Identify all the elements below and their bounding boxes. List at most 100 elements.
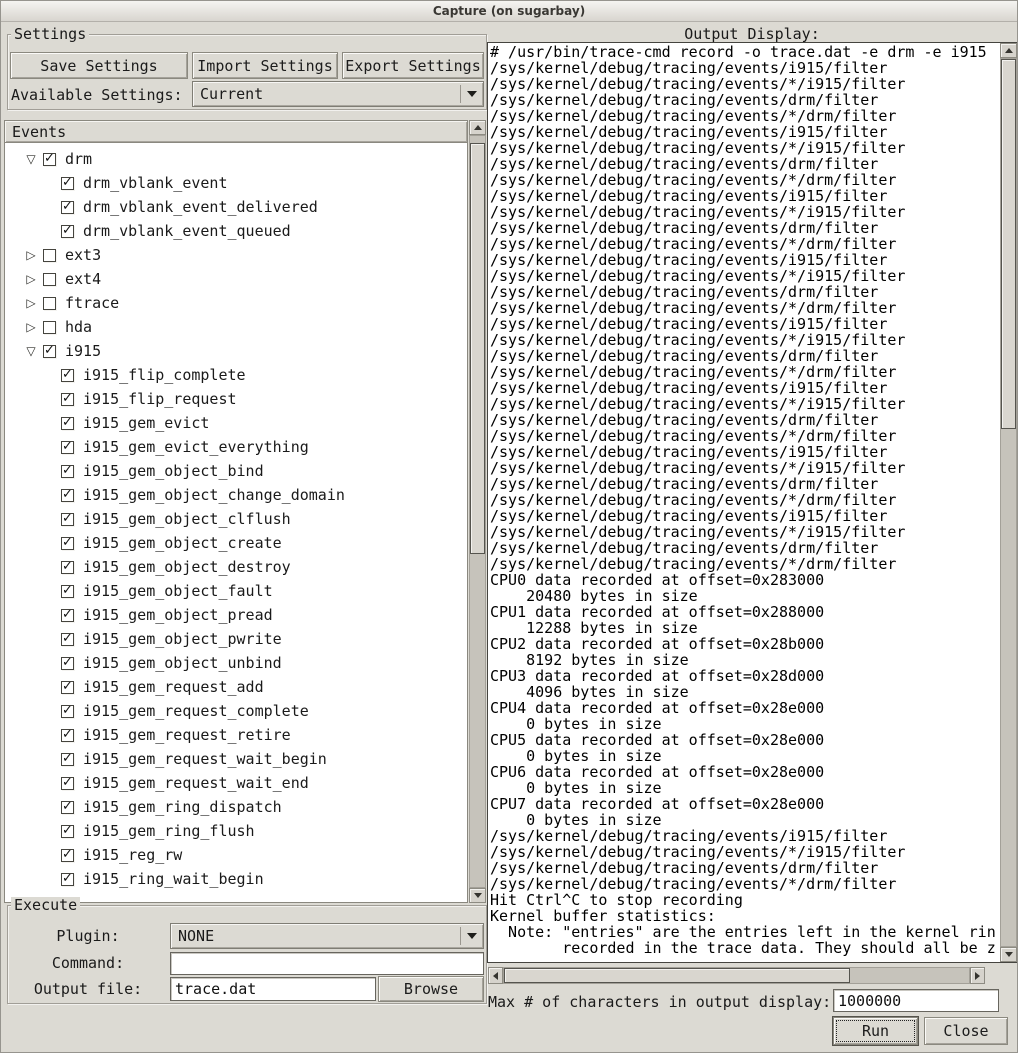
command-input[interactable] <box>170 952 484 975</box>
save-settings-button[interactable]: Save Settings <box>10 52 188 79</box>
max-chars-input[interactable]: 1000000 <box>833 989 999 1012</box>
tree-row[interactable]: ▷ext3 <box>5 243 467 267</box>
command-label: Command: <box>8 954 168 972</box>
scroll-up-button[interactable] <box>1000 43 1017 58</box>
scroll-track[interactable] <box>469 135 486 888</box>
tree-row[interactable]: ✓i915_gem_request_wait_begin <box>5 747 467 771</box>
tree-row[interactable]: ✓i915_flip_complete <box>5 363 467 387</box>
output-file-input[interactable]: trace.dat <box>170 977 376 1001</box>
scroll-down-button[interactable] <box>469 888 486 903</box>
run-button[interactable]: Run <box>833 1017 918 1045</box>
event-checkbox[interactable]: ✓ <box>61 609 74 622</box>
scroll-up-button[interactable] <box>469 120 486 135</box>
expander-closed-icon[interactable]: ▷ <box>24 272 38 286</box>
event-checkbox[interactable] <box>43 249 56 262</box>
tree-row[interactable]: ✓i915_ring_wait_begin <box>5 867 467 891</box>
event-checkbox[interactable]: ✓ <box>61 777 74 790</box>
event-checkbox[interactable]: ✓ <box>43 345 56 358</box>
event-checkbox[interactable]: ✓ <box>61 489 74 502</box>
tree-row[interactable]: ✓i915_gem_ring_dispatch <box>5 795 467 819</box>
expander-closed-icon[interactable]: ▷ <box>24 296 38 310</box>
events-scrollbar[interactable] <box>469 120 486 903</box>
scroll-thumb[interactable] <box>1001 59 1016 429</box>
tree-row[interactable]: ✓i915_gem_object_destroy <box>5 555 467 579</box>
tree-row[interactable]: ✓drm_vblank_event <box>5 171 467 195</box>
tree-row[interactable]: ✓i915_gem_request_wait_end <box>5 771 467 795</box>
tree-row[interactable]: ✓i915_gem_object_clflush <box>5 507 467 531</box>
event-checkbox[interactable]: ✓ <box>61 537 74 550</box>
output-hscrollbar[interactable] <box>488 967 985 984</box>
browse-button[interactable]: Browse <box>378 976 484 1002</box>
event-checkbox[interactable]: ✓ <box>61 657 74 670</box>
available-settings-combo[interactable]: Current <box>192 81 484 107</box>
event-checkbox[interactable]: ✓ <box>61 849 74 862</box>
event-checkbox[interactable]: ✓ <box>61 561 74 574</box>
tree-row[interactable]: ✓i915_gem_object_change_domain <box>5 483 467 507</box>
event-checkbox[interactable]: ✓ <box>61 177 74 190</box>
event-checkbox[interactable]: ✓ <box>61 513 74 526</box>
event-checkbox[interactable]: ✓ <box>61 417 74 430</box>
tree-row[interactable]: ✓i915_gem_object_create <box>5 531 467 555</box>
event-checkbox[interactable]: ✓ <box>61 753 74 766</box>
tree-row[interactable]: ✓i915_flip_request <box>5 387 467 411</box>
tree-row[interactable]: ✓i915_gem_object_unbind <box>5 651 467 675</box>
event-checkbox[interactable] <box>43 321 56 334</box>
scroll-track[interactable] <box>1000 58 1017 947</box>
tree-row[interactable]: ✓i915_gem_request_complete <box>5 699 467 723</box>
event-checkbox[interactable]: ✓ <box>43 153 56 166</box>
tree-row[interactable]: ✓drm_vblank_event_queued <box>5 219 467 243</box>
scroll-thumb[interactable] <box>504 968 850 983</box>
close-button[interactable]: Close <box>924 1017 1008 1045</box>
scroll-track[interactable] <box>503 967 970 984</box>
expander-closed-icon[interactable]: ▷ <box>24 320 38 334</box>
tree-row[interactable]: ✓i915_gem_object_bind <box>5 459 467 483</box>
event-checkbox[interactable]: ✓ <box>61 465 74 478</box>
tree-row[interactable]: ▽✓drm <box>5 147 467 171</box>
event-checkbox[interactable]: ✓ <box>61 225 74 238</box>
event-checkbox[interactable]: ✓ <box>61 729 74 742</box>
event-checkbox[interactable]: ✓ <box>61 201 74 214</box>
tree-row[interactable]: ✓i915_gem_evict <box>5 411 467 435</box>
tree-row[interactable]: ▷ext4 <box>5 267 467 291</box>
output-vscrollbar[interactable] <box>1000 43 1017 962</box>
tree-row[interactable]: ✓i915_gem_object_fault <box>5 579 467 603</box>
available-settings-value: Current <box>193 85 460 103</box>
scroll-left-button[interactable] <box>488 967 503 984</box>
import-settings-button[interactable]: Import Settings <box>192 52 338 79</box>
event-checkbox[interactable] <box>43 273 56 286</box>
output-text[interactable]: # /usr/bin/trace-cmd record -o trace.dat… <box>488 43 1000 962</box>
event-checkbox[interactable]: ✓ <box>61 825 74 838</box>
event-checkbox[interactable]: ✓ <box>61 705 74 718</box>
events-column-header[interactable]: Events <box>5 121 467 143</box>
event-checkbox[interactable]: ✓ <box>61 801 74 814</box>
tree-row[interactable]: ▽✓i915 <box>5 339 467 363</box>
event-checkbox[interactable] <box>43 297 56 310</box>
tree-row[interactable]: ▷hda <box>5 315 467 339</box>
event-checkbox[interactable]: ✓ <box>61 873 74 886</box>
scroll-right-button[interactable] <box>970 967 985 984</box>
expander-open-icon[interactable]: ▽ <box>24 152 38 166</box>
event-checkbox[interactable]: ✓ <box>61 369 74 382</box>
tree-row[interactable]: ✓i915_gem_request_add <box>5 675 467 699</box>
plugin-combo[interactable]: NONE <box>170 923 484 949</box>
expander-open-icon[interactable]: ▽ <box>24 344 38 358</box>
tree-row[interactable]: ✓i915_gem_object_pread <box>5 603 467 627</box>
event-checkbox[interactable]: ✓ <box>61 393 74 406</box>
tree-row[interactable]: ✓i915_gem_ring_flush <box>5 819 467 843</box>
event-label: ftrace <box>65 294 119 312</box>
scroll-thumb[interactable] <box>470 143 485 554</box>
scroll-down-button[interactable] <box>1000 947 1017 962</box>
expander-closed-icon[interactable]: ▷ <box>24 248 38 262</box>
tree-row[interactable]: ▷ ftrace <box>5 291 467 315</box>
tree-row[interactable]: ✓i915_reg_rw <box>5 843 467 867</box>
tree-row[interactable]: ✓i915_gem_object_pwrite <box>5 627 467 651</box>
tree-row[interactable]: ✓drm_vblank_event_delivered <box>5 195 467 219</box>
event-checkbox[interactable]: ✓ <box>61 441 74 454</box>
tree-row[interactable]: ✓i915_gem_evict_everything <box>5 435 467 459</box>
event-checkbox[interactable]: ✓ <box>61 681 74 694</box>
event-checkbox[interactable]: ✓ <box>61 585 74 598</box>
titlebar[interactable]: Capture (on sugarbay) <box>1 1 1017 22</box>
event-checkbox[interactable]: ✓ <box>61 633 74 646</box>
export-settings-button[interactable]: Export Settings <box>342 52 484 79</box>
tree-row[interactable]: ✓i915_gem_request_retire <box>5 723 467 747</box>
